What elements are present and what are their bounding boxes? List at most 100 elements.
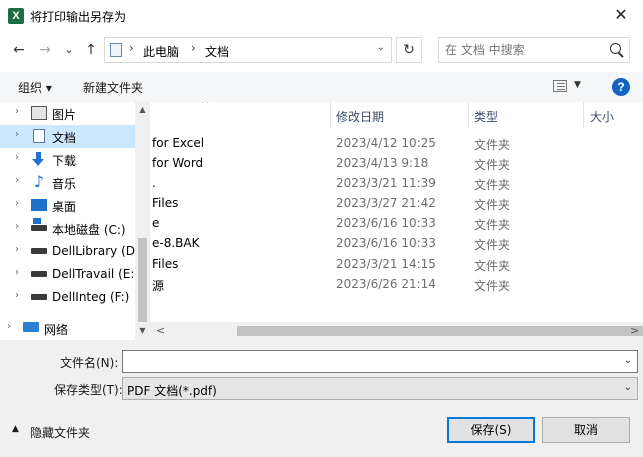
tree-item-dell-library-d[interactable]: › DellLibrary (D:) <box>0 240 144 263</box>
expand-chevron-icon[interactable]: › <box>15 129 19 140</box>
expand-chevron-icon[interactable]: › <box>15 106 19 117</box>
expand-chevron-icon[interactable]: › <box>15 152 19 163</box>
filename-field[interactable]: ⌄ <box>122 350 638 373</box>
file-row[interactable]: 源 2023/6/26 21:14 文件夹 <box>150 275 643 295</box>
tree-item-music[interactable]: › ♪ 音乐 <box>0 171 135 194</box>
file-type: 文件夹 <box>474 178 511 192</box>
tree-item-dell-integ-f[interactable]: › DellInteg (F:) <box>0 286 135 309</box>
file-row[interactable]: for Word 2023/4/13 9:18 文件夹 <box>150 154 643 174</box>
file-type: 文件夹 <box>474 138 511 152</box>
file-row[interactable]: . 2023/3/21 11:39 文件夹 <box>150 174 643 194</box>
expand-chevron-icon[interactable]: › <box>15 244 19 255</box>
scroll-up-icon[interactable]: ▲ <box>135 105 149 114</box>
expand-chevron-icon[interactable]: › <box>15 267 19 278</box>
address-dropdown-icon[interactable]: ⌄ <box>377 42 385 53</box>
address-bar[interactable]: › 此电脑 › 文档 ⌄ <box>104 37 392 63</box>
file-row[interactable]: e-8.BAK 2023/6/16 10:33 文件夹 <box>150 234 643 254</box>
tree-item-label: 文档 <box>52 131 77 145</box>
hide-folders-label: 隐藏文件夹 <box>30 426 91 440</box>
recent-locations-button[interactable]: ⌄ <box>60 40 78 60</box>
breadcrumb-this-pc[interactable]: 此电脑 <box>143 43 179 60</box>
expand-chevron-icon[interactable]: › <box>7 321 11 332</box>
scroll-right-icon[interactable]: > <box>630 324 639 337</box>
tree-item-label: 网络 <box>44 323 69 337</box>
column-divider[interactable] <box>583 102 584 128</box>
downloads-icon <box>31 152 47 166</box>
tree-item-network[interactable]: › 网络 <box>0 317 127 340</box>
file-horizontal-scrollbar[interactable]: < > <box>150 322 643 340</box>
navigation-bar: ← → ⌄ ↑ › 此电脑 › 文档 ⌄ ↻ <box>0 32 643 68</box>
up-button[interactable]: ↑ <box>82 40 100 60</box>
file-date: 2023/6/16 10:33 <box>336 216 436 230</box>
organize-button[interactable]: 组织 ▾ <box>18 79 52 96</box>
forward-button[interactable]: → <box>36 40 54 60</box>
sort-ascending-icon: ^ <box>201 102 210 110</box>
file-row[interactable]: for Excel 2023/4/12 10:25 文件夹 <box>150 134 643 154</box>
local-disk-icon <box>31 218 47 231</box>
file-name: for Excel <box>152 136 205 150</box>
scroll-left-icon[interactable]: < <box>156 324 165 337</box>
column-header-type[interactable]: 类型 <box>474 102 498 128</box>
scroll-down-icon[interactable]: ▼ <box>135 326 149 335</box>
file-date: 2023/4/12 10:25 <box>336 136 436 150</box>
file-name: for Word <box>152 156 204 170</box>
refresh-button[interactable]: ↻ <box>396 37 422 63</box>
breadcrumb-separator-icon[interactable]: › <box>191 41 196 55</box>
expand-chevron-icon[interactable]: › <box>15 290 19 301</box>
filetype-select[interactable]: PDF 文档(*.pdf) ⌄ <box>122 377 638 400</box>
filetype-dropdown-icon[interactable]: ⌄ <box>624 382 632 393</box>
tree-item-desktop[interactable]: › 桌面 <box>0 194 135 217</box>
column-divider[interactable] <box>330 102 331 128</box>
column-header-date[interactable]: 修改日期 <box>336 102 384 128</box>
music-icon: ♪ <box>33 172 45 191</box>
new-folder-button[interactable]: 新建文件夹 <box>83 79 143 96</box>
scrollbar-thumb[interactable] <box>138 238 147 322</box>
tree-item-label: DellInteg (F:) <box>52 290 130 304</box>
command-toolbar: 组织 ▾ 新建文件夹 ▼ ? <box>0 72 643 102</box>
expand-chevron-icon[interactable]: › <box>15 221 19 232</box>
file-name: 源 <box>152 279 165 293</box>
excel-app-icon: X <box>8 8 24 24</box>
tree-item-local-disk-c[interactable]: › 本地磁盘 (C:) <box>0 217 135 240</box>
expand-chevron-icon[interactable]: › <box>15 198 19 209</box>
file-date: 2023/6/26 21:14 <box>336 277 436 291</box>
expand-chevron-icon[interactable]: › <box>15 175 19 186</box>
window-title: 将打印输出另存为 <box>30 10 127 24</box>
breadcrumb-documents[interactable]: 文档 <box>205 43 229 60</box>
file-row[interactable]: Files 2023/3/21 14:15 文件夹 <box>150 255 643 275</box>
drive-icon <box>31 271 47 277</box>
column-header-size[interactable]: 大小 <box>590 102 614 128</box>
filetype-value: PDF 文档(*.pdf) <box>127 384 217 398</box>
filename-dropdown-icon[interactable]: ⌄ <box>624 355 632 366</box>
file-row[interactable]: e 2023/6/16 10:33 文件夹 <box>150 214 643 234</box>
file-type: 文件夹 <box>474 279 511 293</box>
file-type: 文件夹 <box>474 259 511 273</box>
file-date: 2023/4/13 9:18 <box>336 156 429 170</box>
tree-item-pictures[interactable]: › 图片 <box>0 102 135 125</box>
search-icon[interactable] <box>610 43 621 54</box>
filetype-label: 保存类型(T): <box>54 383 123 397</box>
column-divider[interactable] <box>468 102 469 128</box>
title-bar: X 将打印输出另存为 ✕ <box>0 0 643 32</box>
view-options-icon[interactable] <box>553 80 567 92</box>
tree-item-label: 音乐 <box>52 177 77 191</box>
search-input[interactable] <box>445 42 595 58</box>
file-row[interactable]: Files 2023/3/27 21:42 文件夹 <box>150 194 643 214</box>
breadcrumb-separator-icon[interactable]: › <box>129 41 134 55</box>
location-icon <box>110 43 122 57</box>
close-button[interactable]: ✕ <box>603 2 639 28</box>
view-dropdown-icon[interactable]: ▼ <box>574 80 581 90</box>
cancel-button[interactable]: 取消 <box>542 417 630 443</box>
back-button[interactable]: ← <box>10 40 28 60</box>
save-button[interactable]: 保存(S) <box>447 417 535 443</box>
search-box[interactable] <box>438 37 630 63</box>
tree-item-documents[interactable]: › 文档 <box>0 125 135 148</box>
help-icon[interactable]: ? <box>612 78 630 96</box>
scrollbar-thumb[interactable] <box>237 326 643 336</box>
tree-item-downloads[interactable]: › 下载 <box>0 148 135 171</box>
tree-item-dell-travail-e[interactable]: › DellTravail (E:) <box>0 263 139 286</box>
filename-input[interactable] <box>127 354 607 370</box>
tree-vertical-scrollbar[interactable]: ▲ ▼ <box>135 102 149 340</box>
file-name: e-8.BAK <box>152 236 200 250</box>
file-type: 文件夹 <box>474 198 511 212</box>
